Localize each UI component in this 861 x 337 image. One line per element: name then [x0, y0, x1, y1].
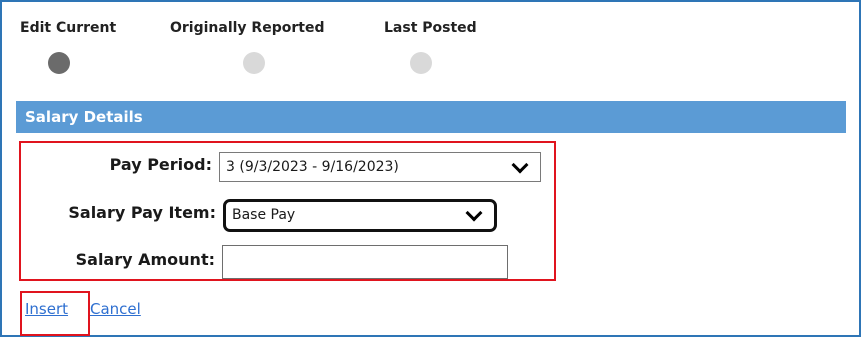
pay-period-label: Pay Period:	[109, 155, 212, 174]
unselected-radio-icon[interactable]	[410, 52, 432, 74]
unselected-radio-icon[interactable]	[243, 52, 265, 74]
selected-radio-icon[interactable]	[48, 52, 70, 74]
salary-amount-label: Salary Amount:	[75, 250, 215, 269]
chevron-down-icon	[465, 204, 483, 222]
pay-period-value: 3 (9/3/2023 - 9/16/2023)	[226, 159, 399, 175]
salary-pay-item-label: Salary Pay Item:	[68, 203, 216, 222]
cancel-link[interactable]: Cancel	[90, 300, 141, 318]
tab-originally-reported-label: Originally Reported	[170, 20, 325, 36]
insert-link[interactable]: Insert	[25, 300, 68, 318]
tab-last-posted-label: Last Posted	[384, 20, 477, 36]
salary-amount-input[interactable]	[222, 245, 508, 279]
pay-period-select[interactable]: 3 (9/3/2023 - 9/16/2023)	[219, 152, 541, 182]
chevron-down-icon	[511, 156, 529, 174]
salary-pay-item-select[interactable]: Base Pay	[223, 199, 497, 232]
salary-details-header: Salary Details	[16, 101, 846, 133]
tab-edit-current-label: Edit Current	[20, 20, 117, 36]
salary-pay-item-value: Base Pay	[232, 207, 296, 223]
